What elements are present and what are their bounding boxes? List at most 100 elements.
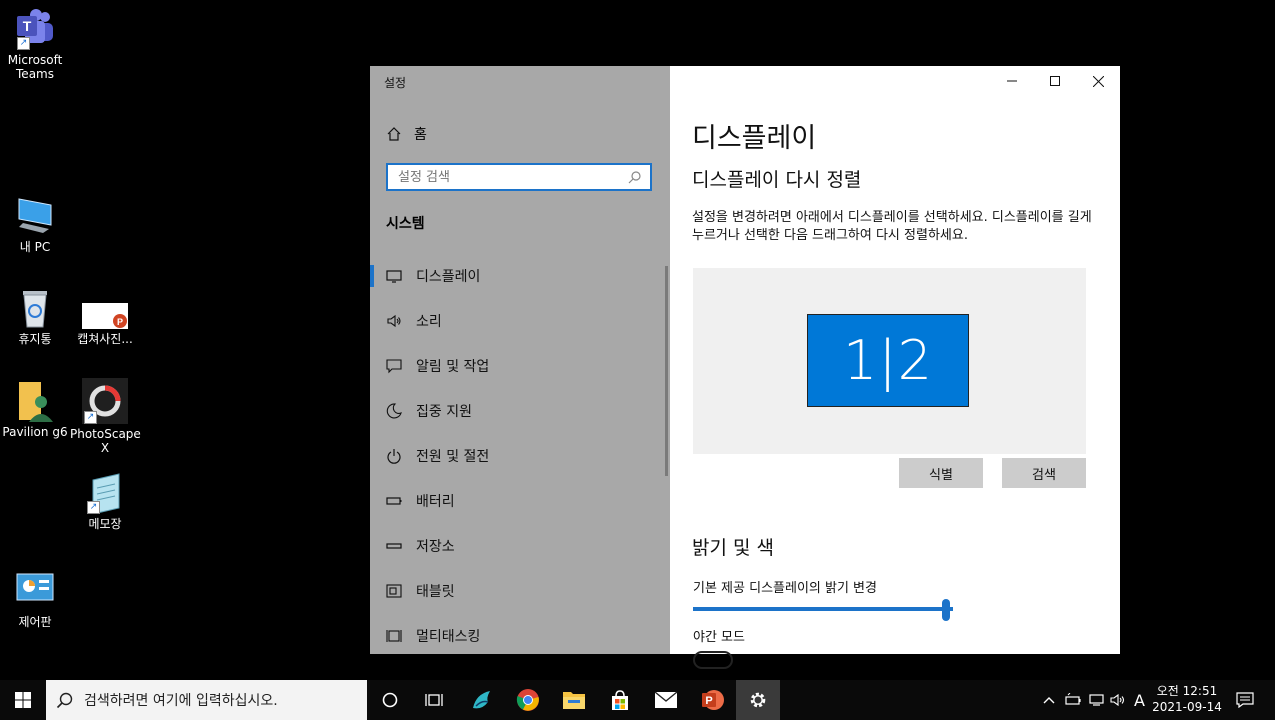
nav-item-label: 알림 및 작업 [416,358,490,375]
search-icon [56,692,73,709]
taskbar-app-file-explorer[interactable] [552,680,596,720]
desktop-icon-control-panel[interactable]: 제어판 [0,570,70,629]
night-mode-toggle[interactable] [693,651,733,669]
store-icon [612,690,628,710]
monitor-icon [386,268,402,284]
desktop-icon-teams[interactable]: T ↗ Microsoft Teams [0,8,70,81]
rearrange-description: 설정을 변경하려면 아래에서 디스플레이를 선택하세요. 디스플레이를 길게 누… [692,210,1092,243]
nav-item-label: 태블릿 [416,583,455,600]
nav-item-multitasking[interactable]: 멀티태스킹 [370,613,670,658]
nav-item-battery[interactable]: 배터리 [370,478,670,523]
nav-item-focus-assist[interactable]: 집중 지원 [370,388,670,433]
start-button[interactable] [0,680,46,720]
detect-button[interactable]: 검색 [1002,458,1086,488]
brightness-slider[interactable] [693,599,953,621]
maximize-button[interactable] [1033,66,1077,96]
speaker-icon [1110,693,1125,707]
night-mode-label: 야간 모드 [693,630,745,645]
show-hidden-icons-button[interactable] [1042,680,1056,720]
user-folder-icon [15,380,55,422]
nav-scrollbar[interactable] [665,266,668,476]
network-tray-button[interactable] [1088,680,1106,720]
desktop-icon-label: 캡쳐사진... [77,332,133,346]
powerpoint-file-icon: P [82,287,128,329]
desktop-icon-label: Microsoft Teams [7,53,63,81]
settings-nav-list: 디스플레이 소리 알림 및 작업 집중 지원 전원 및 절전 배터리 저장소 태… [370,253,670,658]
display-arrangement-area: 1|2 [693,268,1086,454]
rearrange-heading: 디스플레이 다시 정렬 [692,169,862,191]
volume-tray-button[interactable] [1110,680,1128,720]
display-monitor-tile[interactable]: 1|2 [807,314,969,407]
minimize-icon [1007,80,1017,82]
desktop-icon-label: 휴지통 [18,332,52,346]
desktop-icon-photoscape[interactable]: ↗ PhotoScape X [70,378,141,455]
taskbar-app-chrome[interactable] [506,680,550,720]
close-icon [1092,75,1104,87]
maximize-icon [1050,76,1060,86]
display-settings-pane: 디스플레이 디스플레이 다시 정렬 설정을 변경하려면 아래에서 디스플레이를 … [670,66,1120,669]
minimize-button[interactable] [990,66,1034,96]
brightness-slider-thumb[interactable] [942,599,950,621]
settings-window: 설정 홈 시스템 디스플레이 소리 알림 및 작업 [370,66,1120,669]
battery-icon [1065,693,1081,705]
identify-button[interactable]: 식별 [899,458,983,488]
home-icon [387,127,401,141]
desktop-icon-notepad[interactable]: ↗ 메모장 [70,472,140,531]
nav-item-label: 소리 [416,313,442,330]
desktop-icon-capture-photo[interactable]: P 캡쳐사진... [70,287,140,346]
tablet-icon [386,583,402,599]
powerpoint-icon: P [702,690,724,710]
close-button[interactable] [1076,66,1120,96]
desktop-icon-label: 메모장 [88,517,122,531]
nav-item-label: 전원 및 절전 [416,448,490,465]
taskbar-app-store[interactable] [598,680,642,720]
notepad-icon: ↗ [85,472,125,515]
action-center-button[interactable] [1236,680,1254,720]
nav-home[interactable]: 홈 [386,124,427,144]
chevron-up-icon [1043,697,1055,704]
nav-item-label: 배터리 [416,493,455,510]
notification-icon [386,358,402,374]
desktop-icon-recycle-bin[interactable]: 휴지통 [0,287,70,346]
task-view-icon [425,694,443,706]
taskbar-clock[interactable]: 오전 12:51 2021-09-14 [1140,683,1234,715]
network-icon [1089,694,1104,706]
notification-icon [1236,692,1254,708]
desktop-icon-label: PhotoScape X [70,427,141,455]
taskbar-search-box[interactable]: 검색하려면 여기에 입력하십시오. [46,680,367,720]
windows-icon [15,692,31,708]
taskbar: 검색하려면 여기에 입력하십시오. P A 오전 12:51 2021-09-1 [0,680,1275,720]
shortcut-arrow-icon: ↗ [87,501,100,514]
chrome-icon [516,689,539,711]
gear-icon [750,692,766,708]
desktop-icon-pavilion[interactable]: Pavilion g6 [0,380,70,439]
nav-item-storage[interactable]: 저장소 [370,523,670,568]
desktop-icon-label: Pavilion g6 [2,425,68,439]
nav-item-sound[interactable]: 소리 [370,298,670,343]
battery-tray-button[interactable] [1064,680,1082,720]
svg-text:T: T [23,18,32,34]
taskbar-app-swiftkey[interactable] [460,680,504,720]
nav-item-display[interactable]: 디스플레이 [370,253,670,298]
brightness-label: 기본 제공 디스플레이의 밝기 변경 [693,581,877,596]
computer-icon [15,195,55,237]
taskbar-app-mail[interactable] [644,680,688,720]
settings-search-box[interactable] [386,163,652,191]
nav-item-tablet[interactable]: 태블릿 [370,568,670,613]
nav-item-notifications[interactable]: 알림 및 작업 [370,343,670,388]
power-icon [386,448,402,464]
taskbar-app-settings[interactable] [736,680,780,720]
svg-text:P: P [117,317,123,327]
settings-search-input[interactable] [388,165,638,189]
taskbar-app-powerpoint[interactable]: P [690,680,734,720]
nav-item-power-sleep[interactable]: 전원 및 절전 [370,433,670,478]
nav-item-label: 저장소 [416,538,455,555]
nav-item-label: 디스플레이 [416,268,481,285]
cortana-button[interactable] [368,680,412,720]
desktop-icon-label: 제어판 [18,615,52,629]
task-view-button[interactable] [412,680,456,720]
desktop-icon-my-pc[interactable]: 내 PC [0,195,70,254]
bird-app-icon [473,691,490,709]
shortcut-arrow-icon: ↗ [84,411,97,424]
taskbar-search-placeholder: 검색하려면 여기에 입력하십시오. [84,693,278,709]
